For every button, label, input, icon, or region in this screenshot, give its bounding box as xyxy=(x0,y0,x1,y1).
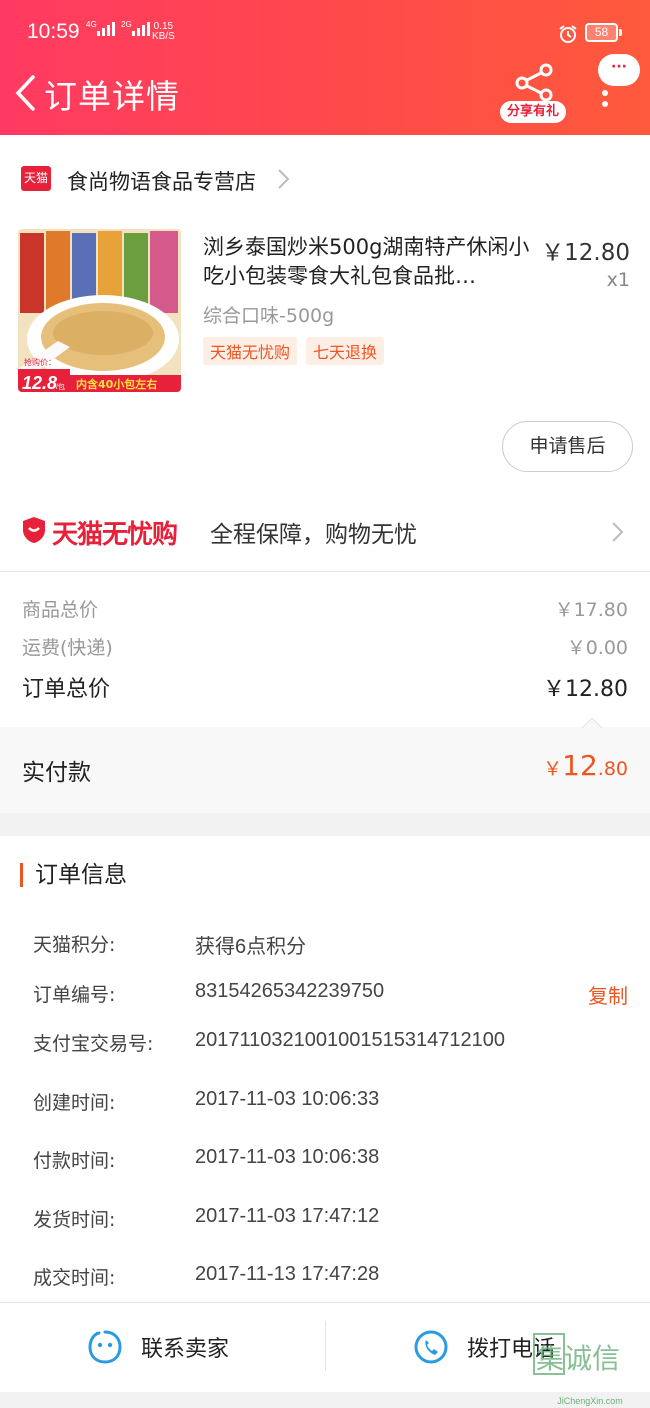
info-key: 天猫积分: xyxy=(33,934,116,956)
share-icon xyxy=(515,63,553,102)
order-total-label: 订单总价 xyxy=(22,677,111,702)
chevron-left-icon xyxy=(15,75,35,111)
paid-label: 实付款 xyxy=(22,760,91,786)
copy-button[interactable]: 复制 xyxy=(588,980,628,1009)
signal-icon: 4G xyxy=(86,20,115,36)
product-image: 12.8 /包 抢购价： 内含40小包左右 xyxy=(18,229,181,392)
shop-name: 食尚物语食品专营店 xyxy=(67,170,256,194)
info-key: 订单编号: xyxy=(33,984,116,1006)
product-thumbnail: 12.8 /包 抢购价： 内含40小包左右 xyxy=(18,229,181,392)
contact-seller-label: 联系卖家 xyxy=(141,1337,230,1362)
share-button[interactable]: 分享有礼 xyxy=(500,62,566,124)
guarantee-row[interactable]: 天猫无忧购 全程保障，购物无忧 xyxy=(0,490,650,572)
tmall-logo-icon: 天猫 xyxy=(21,166,51,191)
battery-icon: 58 xyxy=(585,23,622,42)
product-tags: 天猫无忧购 七天退换 xyxy=(203,337,385,365)
network-type-2: 2G xyxy=(121,20,132,29)
product-tag: 七天退换 xyxy=(306,337,385,365)
info-key: 支付宝交易号: xyxy=(33,1033,154,1055)
goods-total-label: 商品总价 xyxy=(22,599,99,621)
chevron-right-icon xyxy=(612,522,624,542)
network-speed: 0.15 KB/S xyxy=(152,22,175,42)
info-value: 83154265342239750 xyxy=(195,980,385,1002)
goods-total-value: ￥17.80 xyxy=(554,599,628,621)
info-key: 发货时间: xyxy=(33,1209,116,1231)
watermark-url: JiChengXin.com xyxy=(557,1396,623,1406)
guarantee-brand: 天猫无忧购 xyxy=(52,520,178,550)
thumb-caption: 内含40小包左右 xyxy=(76,377,157,391)
thumb-unit: /包 xyxy=(56,382,65,391)
info-key: 成交时间: xyxy=(33,1267,116,1289)
network-type-1: 4G xyxy=(86,20,97,29)
product-quantity: x1 xyxy=(606,269,630,291)
caret-up-icon xyxy=(581,717,603,729)
product-tag: 天猫无忧购 xyxy=(203,337,298,365)
product-item[interactable]: 12.8 /包 抢购价： 内含40小包左右 浏乡泰国炒米500g湖南特产休闲小吃… xyxy=(0,221,650,401)
chevron-right-icon xyxy=(278,169,290,189)
paid-decimal: .80 xyxy=(597,758,628,780)
order-info-title: 订单信息 xyxy=(20,863,127,887)
more-dots-icon xyxy=(602,90,610,118)
shield-icon xyxy=(23,517,45,543)
chat-smile-icon xyxy=(88,1330,122,1364)
phone-icon xyxy=(414,1330,448,1364)
watermark-logo: 集诚信 JiChengXin.com xyxy=(530,1328,650,1408)
order-total-value: ￥12.80 xyxy=(543,677,628,702)
status-bar: 10:59 4G 2G 0.15 KB/S 58 xyxy=(0,0,650,62)
watermark-text: 集诚信 xyxy=(536,1342,620,1375)
product-price: ￥12.80 xyxy=(541,240,630,266)
order-card: 天猫 食尚物语食品专营店 12.8 /包 抢购价： 内含40小包左右 浏乡泰国炒… xyxy=(0,135,650,813)
signal-indicators: 4G 2G xyxy=(86,20,150,36)
paid-currency: ￥ xyxy=(543,758,563,780)
product-sku: 综合口味-500g xyxy=(203,305,335,327)
info-value: 获得6点积分 xyxy=(195,936,307,958)
info-key: 创建时间: xyxy=(33,1092,116,1114)
more-menu-button[interactable]: ··· xyxy=(590,52,644,122)
info-value: 2017-11-03 10:06:38 xyxy=(195,1146,380,1168)
page-title: 订单详情 xyxy=(44,77,180,116)
info-value: 2017-11-03 17:47:12 xyxy=(195,1205,380,1227)
app-header: 10:59 4G 2G 0.15 KB/S 58 订单详情 分享有礼 ··· xyxy=(0,0,650,135)
message-bubble-icon: ··· xyxy=(598,54,640,86)
thumb-price-label: 抢购价： xyxy=(24,357,56,367)
shop-row[interactable]: 天猫 食尚物语食品专营店 xyxy=(0,135,650,221)
divider xyxy=(325,1321,326,1371)
freight-value: ￥0.00 xyxy=(566,637,628,659)
status-time: 10:59 xyxy=(27,20,80,43)
contact-seller-button[interactable]: 联系卖家 xyxy=(87,1317,229,1377)
signal-icon: 2G xyxy=(121,20,150,36)
paid-integer: 12 xyxy=(562,749,598,782)
watermark-image: 集诚信 xyxy=(533,1333,620,1375)
product-title: 浏乡泰国炒米500g湖南特产休闲小吃小包装零食大礼包食品批… xyxy=(203,235,530,288)
paid-value: ￥12.80 xyxy=(543,749,628,782)
paid-amount-box: 实付款 ￥12.80 xyxy=(0,717,650,813)
share-label: 分享有礼 xyxy=(500,101,566,123)
info-key: 付款时间: xyxy=(33,1150,116,1172)
guarantee-text: 全程保障，购物无忧 xyxy=(210,522,417,548)
info-value: 2017-11-03 10:06:33 xyxy=(195,1088,380,1110)
info-value: 2017110321001001515314712100 xyxy=(195,1029,505,1051)
freight-label: 运费(快递) xyxy=(22,637,113,659)
info-value: 2017-11-13 17:47:28 xyxy=(195,1263,380,1285)
order-info-card: 订单信息 天猫积分: 获得6点积分 订单编号: 8315426534223975… xyxy=(0,836,650,1304)
thumb-price: 12.8 xyxy=(22,373,57,392)
speed-unit: KB/S xyxy=(152,31,175,42)
after-sale-button[interactable]: 申请售后 xyxy=(502,421,633,472)
back-button[interactable] xyxy=(8,68,42,118)
alarm-icon xyxy=(559,25,577,43)
